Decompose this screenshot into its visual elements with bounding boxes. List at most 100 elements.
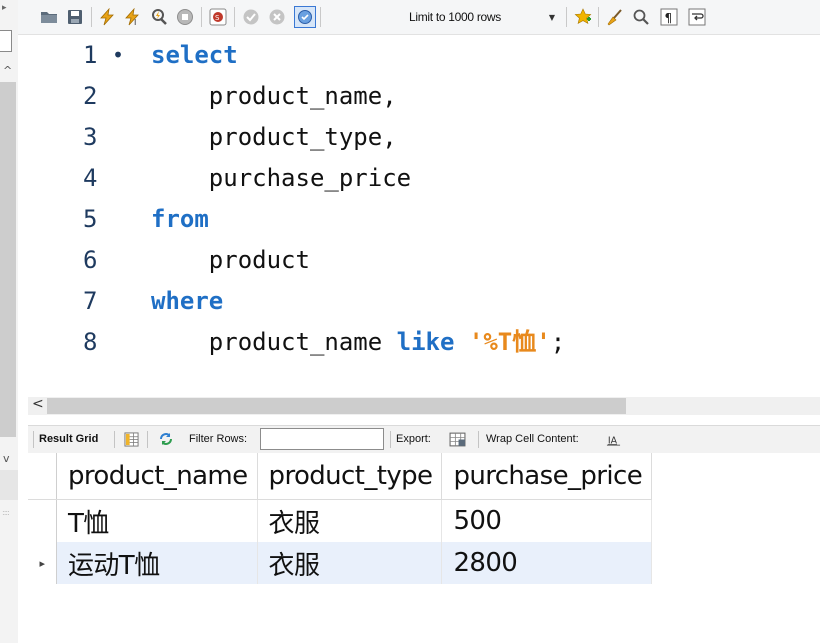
editor-horizontal-scrollbar[interactable]: < [28,396,820,415]
code-line[interactable]: 5 from [18,199,818,240]
sql-token: product_name [151,328,397,356]
table-cell[interactable]: 500 [441,499,653,542]
svg-text:IA: IA [607,435,617,446]
line-number: 6 [83,246,98,274]
stop-on-error-icon: S [209,8,227,26]
filter-rows-input[interactable] [260,428,384,450]
left-scrollbar-track[interactable] [0,82,16,437]
sql-keyword: where [151,287,224,315]
grid-view-button[interactable] [122,430,140,448]
table-cell[interactable]: 衣服 [257,542,443,584]
left-panel-edge: ▸ ^ v :::: [0,0,18,643]
text-wrap-icon: IA [606,435,620,446]
sql-keyword: like [396,328,455,356]
word-wrap-button[interactable] [686,6,708,28]
scroll-down-icon[interactable]: v [3,452,10,465]
save-button[interactable] [64,6,86,28]
column-header[interactable]: product_name [56,453,258,500]
svg-text:I: I [134,18,136,26]
line-number: 8 [83,328,98,356]
code-text: product [151,240,310,281]
search-icon [633,9,649,25]
sql-token: product_type, [151,123,397,151]
star-plus-icon [574,8,592,25]
sql-token: ; [550,328,566,356]
sql-string: '%T恤' [468,328,551,356]
code-line[interactable]: 8 product_name like '%T恤'; [18,322,818,363]
wrap-icon [688,8,706,26]
current-row-marker-icon[interactable]: ▸ [28,542,57,584]
folder-icon [41,12,57,23]
splitter-grip-icon[interactable]: :::: [2,508,10,517]
column-header[interactable]: purchase_price [441,453,653,500]
svg-text:S: S [215,14,220,22]
statement-marker-icon: • [112,43,125,67]
code-line[interactable]: 1 • select [18,35,818,76]
column-header[interactable]: product_type [257,453,443,500]
export-icon [449,432,465,446]
row-marker[interactable] [28,499,57,542]
code-line[interactable]: 6 product [18,240,818,281]
stop-icon [177,9,193,25]
line-number: 4 [83,164,98,192]
commit-button[interactable] [240,6,262,28]
sql-keyword: from [151,205,209,233]
sql-token: purchase_price [151,164,412,192]
execute-button[interactable] [96,6,118,28]
autocommit-icon [298,10,312,24]
scrollbar-thumb[interactable] [47,398,626,414]
execute-current-statement-button[interactable]: I [122,6,144,28]
limit-rows-select[interactable]: Limit to 1000 rows [409,6,559,28]
find-button[interactable] [630,6,652,28]
lightning-cursor-icon: I [125,8,139,26]
sql-editor[interactable]: 1 • select 2 product_name, 3 product_type, 4 … [18,35,820,395]
stop-button[interactable] [174,6,196,28]
table-cell[interactable]: 衣服 [257,499,443,542]
stop-on-error-button[interactable]: S [207,6,229,28]
rollback-button[interactable] [266,6,288,28]
scroll-left-icon[interactable]: < [32,396,44,412]
code-line[interactable]: 4 purchase_price [18,158,818,199]
sql-editor-toolbar: I S Limit to 1000 rows ▼ ¶ [18,0,820,35]
broom-icon [607,9,622,26]
collapse-arrow-icon[interactable]: ▸ [2,3,7,13]
chevron-down-icon[interactable]: ▼ [545,6,559,28]
code-text: from [151,199,209,240]
table-cell[interactable]: 2800 [441,542,653,584]
wrap-cell-toggle[interactable]: IA [604,430,622,448]
table-cell[interactable]: T恤 [56,499,258,542]
code-line[interactable]: 2 product_name, [18,76,818,117]
line-number: 3 [83,123,98,151]
export-button[interactable] [448,430,466,448]
refresh-button[interactable] [157,430,175,448]
magnifier-lightning-icon [152,9,167,25]
autocommit-toggle[interactable] [294,6,316,28]
grid-icon [123,431,139,447]
x-circle-icon [269,9,285,25]
code-text: select [151,35,238,76]
table-cell[interactable]: 运动T恤 [56,542,258,584]
result-grid-tab[interactable]: Result Grid [39,426,98,453]
lightning-icon [100,8,114,26]
code-line[interactable]: 7 where [18,281,818,322]
row-header-corner[interactable] [28,453,57,500]
left-panel-input[interactable] [0,30,12,52]
code-text: product_name, [151,76,397,117]
add-snippet-button[interactable] [572,6,594,28]
code-line[interactable]: 3 product_type, [18,117,818,158]
sql-token: product [151,246,310,274]
beautify-button[interactable] [604,6,626,28]
open-file-button[interactable] [38,6,60,28]
table-row[interactable]: T恤 衣服 500 [28,499,653,542]
left-panel-tab[interactable] [0,470,18,500]
result-table: product_name product_type purchase_price… [28,453,653,584]
header-row: product_name product_type purchase_price [28,453,653,500]
filter-rows-label: Filter Rows: [189,433,248,445]
result-grid[interactable]: product_name product_type purchase_price… [28,453,820,643]
table-row[interactable]: ▸ 运动T恤 衣服 2800 [28,542,653,584]
refresh-icon [160,433,172,445]
explain-button[interactable] [148,6,170,28]
code-text: product_name like '%T恤'; [151,322,565,363]
invisible-chars-button[interactable]: ¶ [658,6,680,28]
scroll-up-icon[interactable]: ^ [3,64,12,77]
